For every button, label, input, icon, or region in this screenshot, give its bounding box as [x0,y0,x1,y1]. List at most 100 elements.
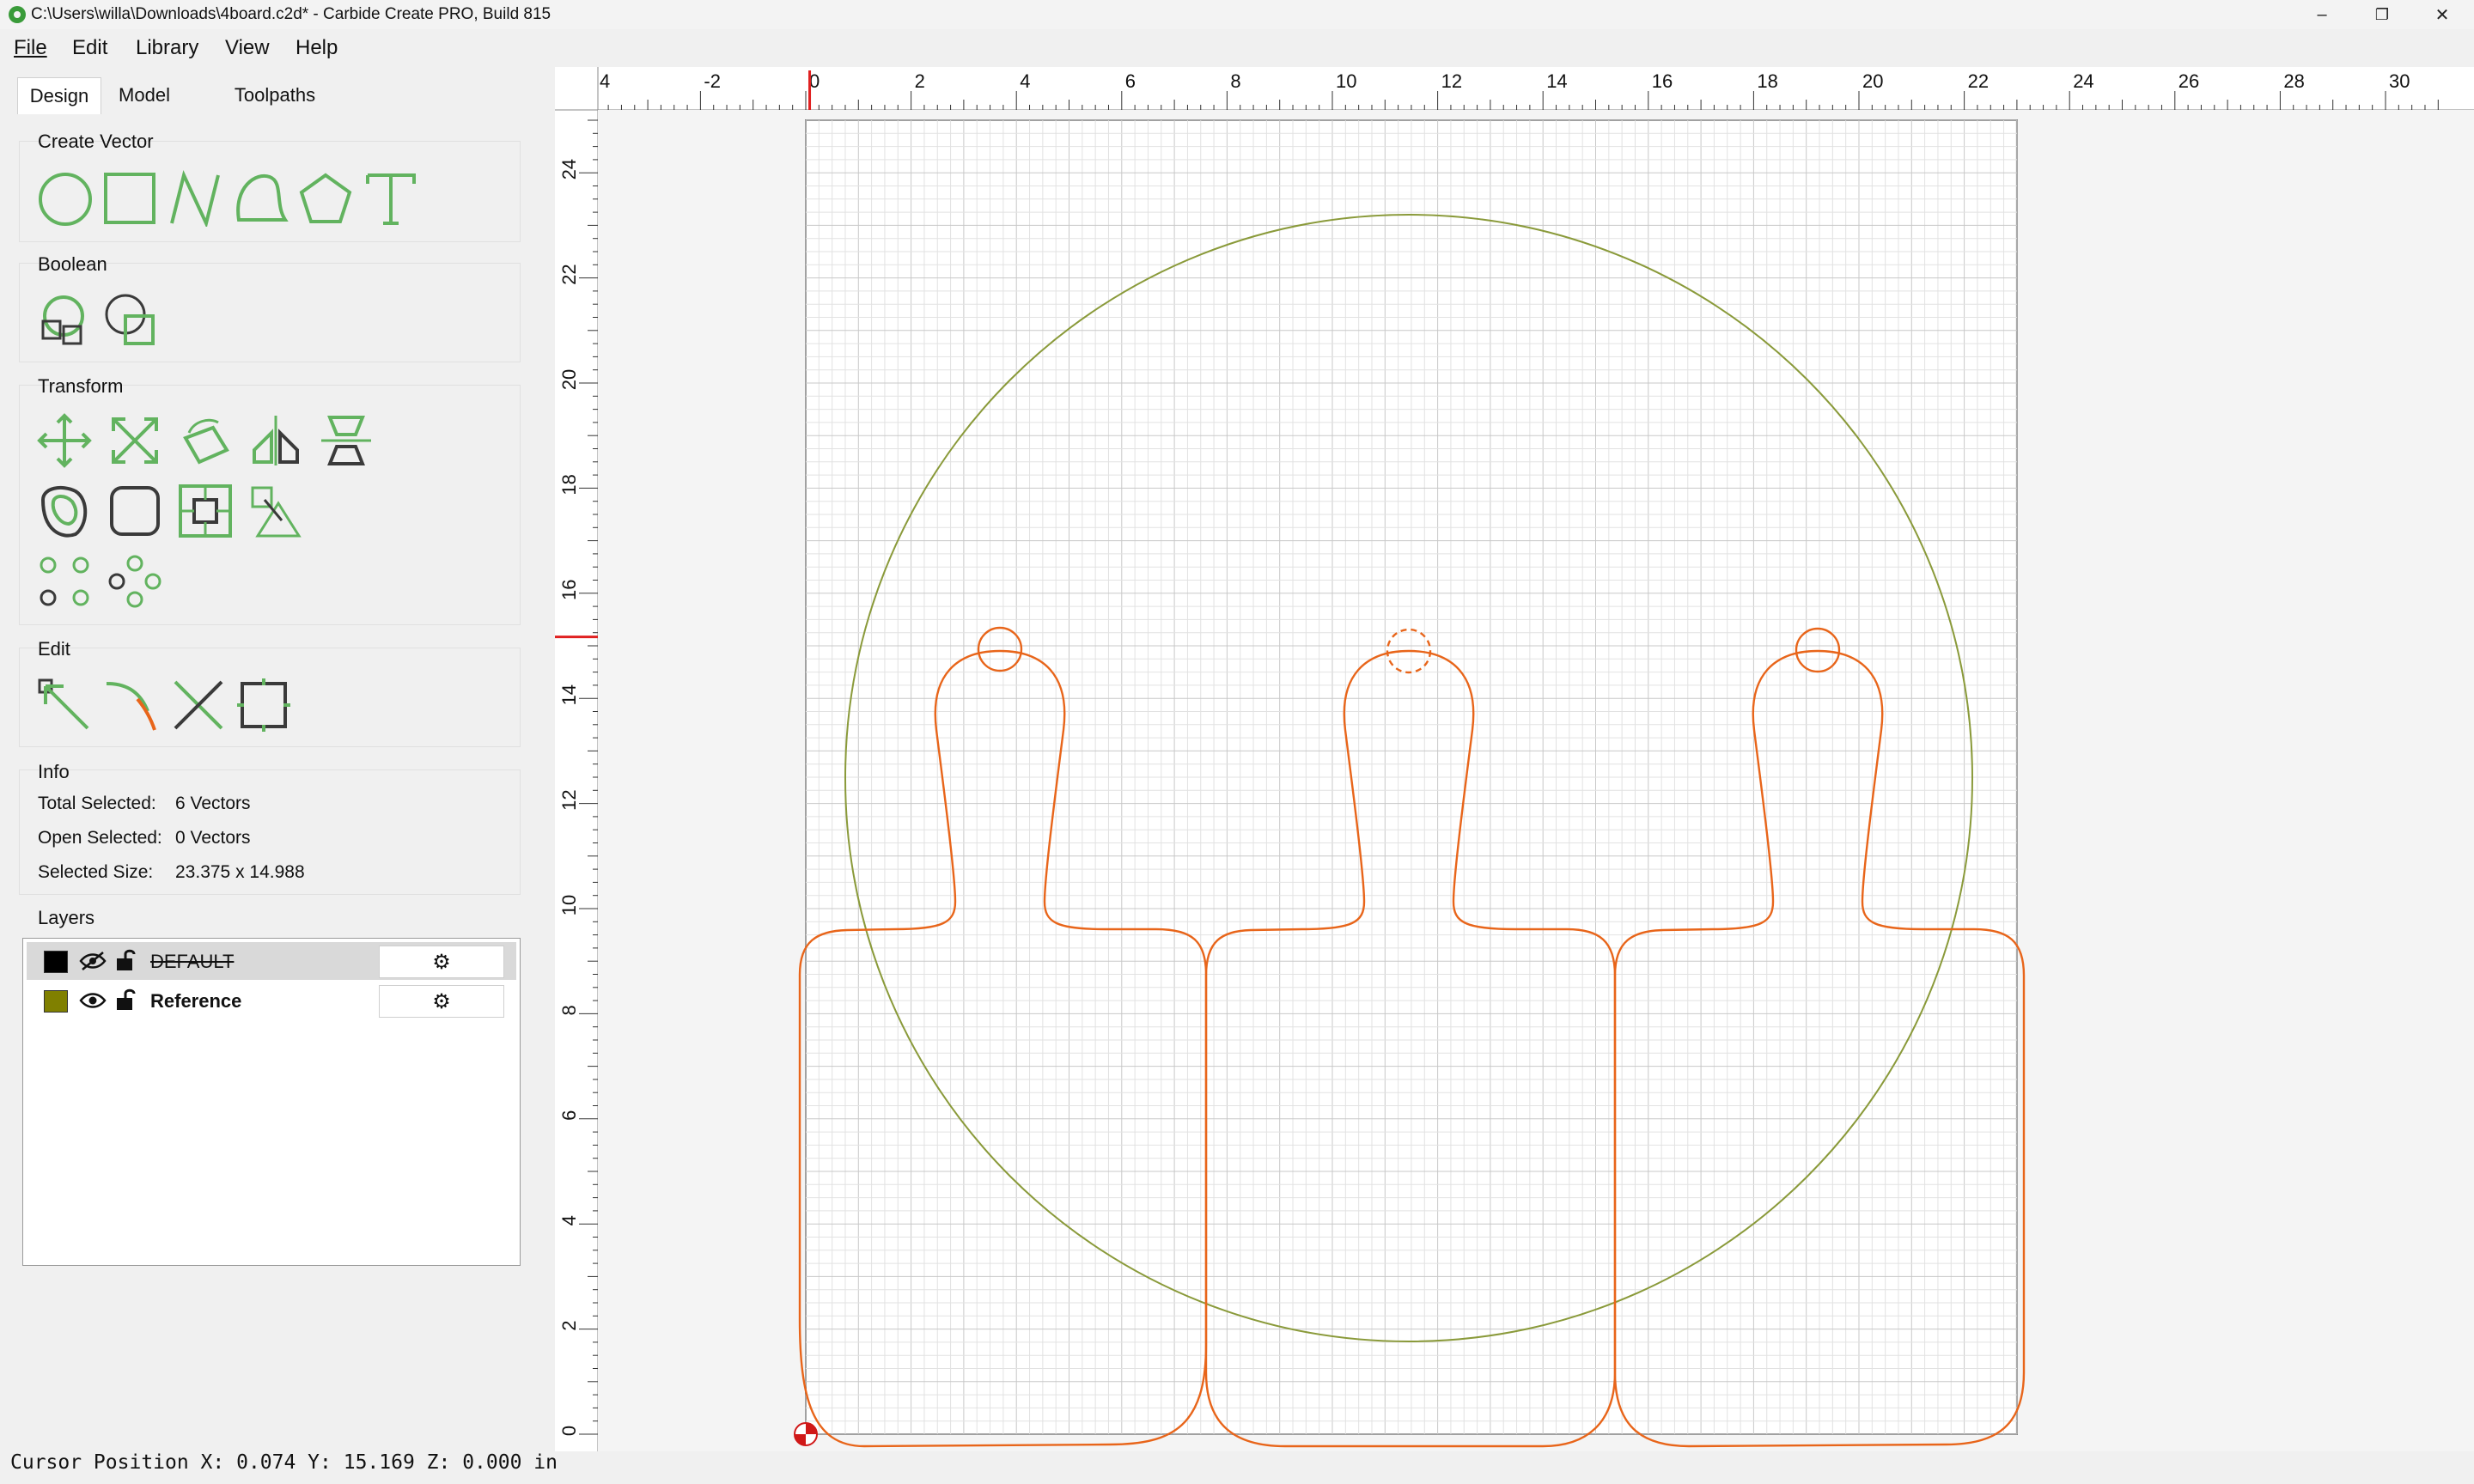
align-icon [321,416,371,465]
node-edit-icon [38,678,89,730]
polygon-tool-button[interactable] [296,168,356,228]
curve-tool-icon [236,173,289,222]
menu-file[interactable]: File [14,36,47,60]
ruler-label: 22 [1968,70,1989,92]
layer-color-swatch[interactable] [44,990,68,1013]
layer-settings-button[interactable]: ⚙ [379,946,504,978]
node-edit-button[interactable] [34,675,94,735]
scale-button[interactable] [105,411,165,471]
unlock-icon[interactable] [114,987,138,1013]
grid [805,119,2018,1435]
subtract-icon [105,294,155,345]
ruler-label: -2 [704,70,721,92]
polyline-tool-icon [170,170,220,227]
ruler-label: 20 [1862,70,1883,92]
ruler-label: 22 [558,264,580,284]
ruler-label: 2 [915,70,925,92]
ruler-label: 24 [2073,70,2093,92]
ruler-label: 2 [558,1320,580,1330]
text-tool-button[interactable] [361,168,421,228]
fillet-button[interactable] [105,481,165,541]
unlock-icon[interactable] [114,947,138,973]
circular-array-button[interactable] [105,551,165,611]
ruler-label: 6 [558,1110,580,1121]
ruler-label: 30 [2389,70,2410,92]
ruler-label: 10 [558,895,580,915]
tab-toolpaths[interactable]: Toolpaths [215,77,335,113]
app-icon [9,6,26,23]
menu-bar: File Edit Library View Help [0,31,2474,65]
tab-design[interactable]: Design [17,77,101,114]
circular-array-icon [108,555,161,608]
ruler-label: 14 [558,684,580,705]
rotate-button[interactable] [175,411,235,471]
rectangle-tool-button[interactable] [100,168,160,228]
circle-tool-button[interactable] [34,168,94,228]
inset-button[interactable] [175,481,235,541]
ruler-label: 8 [558,1005,580,1015]
bounding-box-icon [237,678,290,732]
pattern-icon [251,486,302,538]
ruler-label: 0 [558,1426,580,1436]
curve-tool-button[interactable] [230,168,290,228]
eye-icon[interactable] [78,988,107,1013]
close-button[interactable]: ✕ [2412,0,2472,29]
align-button[interactable] [316,411,376,471]
subtract-button[interactable] [101,290,161,350]
layer-settings-button[interactable]: ⚙ [379,985,504,1018]
rotate-icon [183,418,229,465]
grid-array-button[interactable] [34,551,94,611]
menu-view[interactable]: View [225,36,270,60]
ruler-label: 14 [1546,70,1567,92]
ruler-label: 8 [1230,70,1240,92]
ruler-label: 18 [558,474,580,495]
trim-button[interactable] [101,675,161,735]
mirror-button[interactable] [246,411,306,471]
cut-button[interactable] [168,675,229,735]
eye-hidden-icon[interactable] [78,949,107,973]
create-vector-title: Create Vector [38,131,154,152]
ruler-label: 20 [558,369,580,390]
text-tool-icon [366,173,416,225]
design-canvas[interactable]: 4 -2 0 2 4 6 8 10 12 14 16 18 20 22 24 26 28 30 0 2 4 6 8 10 12… [555,67,2474,1451]
offset-button[interactable] [34,481,94,541]
polyline-tool-button[interactable] [165,168,225,228]
close-icon: ✕ [2434,5,2450,25]
polygon-tool-icon [299,173,352,223]
selected-size-value: 23.375 x 14.988 [175,862,305,882]
move-icon [37,413,92,468]
menu-help[interactable]: Help [296,36,338,60]
gear-icon: ⚙ [432,989,451,1013]
ruler-label: 12 [1441,70,1462,92]
layer-row-default[interactable]: DEFAULT ⚙ [27,942,516,980]
layer-name-reference: Reference [150,990,242,1012]
inset-icon [179,484,232,538]
selected-size-label: Selected Size: [38,862,154,882]
layer-color-swatch[interactable] [44,951,68,973]
ruler-label: 12 [558,789,580,810]
tab-model[interactable]: Model [113,77,175,113]
menu-library[interactable]: Library [136,36,198,60]
boolean-title: Boolean [38,253,107,275]
rectangle-tool-icon [104,173,155,224]
grid-array-icon [40,556,89,606]
union-icon [41,295,84,345]
menu-edit[interactable]: Edit [72,36,107,60]
minimize-icon: – [2317,4,2327,24]
pattern-button[interactable] [246,481,306,541]
union-button[interactable] [34,290,94,350]
layer-row-reference[interactable]: Reference ⚙ [27,982,516,1019]
move-button[interactable] [34,411,94,471]
window-title: C:\Users\willa\Downloads\4board.c2d* - C… [31,5,551,23]
restore-button[interactable]: ❐ [2352,0,2412,29]
ruler-label: 16 [558,580,580,600]
ruler-label: 24 [558,159,580,179]
transform-title: Transform [38,375,124,397]
bounding-box-button[interactable] [234,675,294,735]
layers-list: DEFAULT ⚙ Reference ⚙ [22,938,521,1266]
layer-name-default: DEFAULT [150,951,235,972]
minimize-button[interactable]: – [2292,0,2352,29]
info-title: Info [38,761,70,782]
ruler-label: 4 [558,1215,580,1226]
ruler-label: 4 [1020,70,1030,92]
